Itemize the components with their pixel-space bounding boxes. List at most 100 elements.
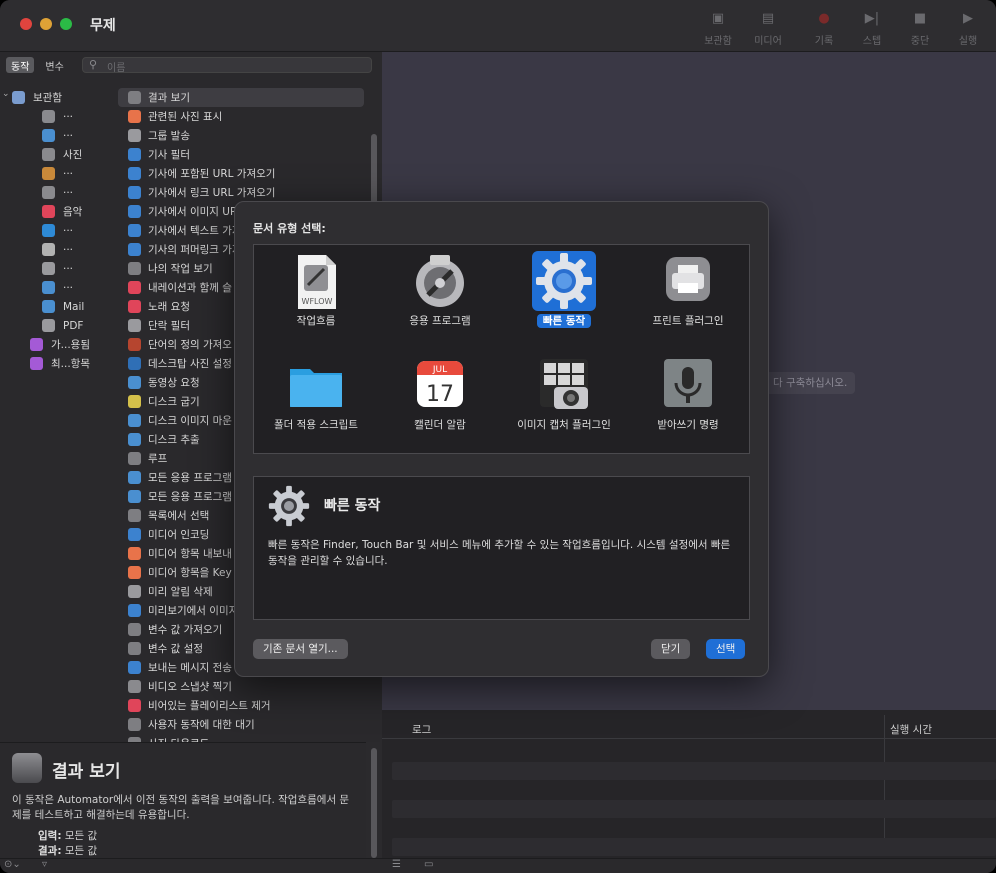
action-item[interactable]: 그룹 발송 (118, 126, 364, 145)
log-row (392, 762, 996, 780)
action-item[interactable]: 비어있는 플레이리스트 제거 (118, 696, 364, 715)
log-row (392, 800, 996, 818)
library-category-item[interactable]: ··· (0, 164, 118, 183)
action-icon (128, 186, 141, 199)
chevron-down-icon[interactable]: ⌄ (2, 89, 10, 99)
category-label: ··· (63, 186, 74, 199)
type-application[interactable]: 응용 프로그램 (378, 245, 502, 345)
toolbar-record-button[interactable]: ● 기록 (800, 10, 848, 50)
action-icon (128, 300, 141, 313)
library-category-item[interactable]: ··· (0, 240, 118, 259)
toolbar-record-label: 기록 (814, 36, 834, 47)
close-button[interactable]: 닫기 (651, 639, 691, 659)
category-label: 음악 (63, 206, 83, 218)
action-icon (128, 319, 141, 332)
toolbar-library-button[interactable]: ▣ 보관함 (694, 10, 742, 50)
library-category-item[interactable]: ··· (0, 278, 118, 297)
automator-window: 무제 ▣ 보관함 ▤ 미디어 ● 기록 ▶| 스텝 ■ 중단 ▶ 실행 동작 변 (0, 0, 996, 873)
toolbar-run-button[interactable]: ▶ 실행 (944, 10, 992, 50)
action-item[interactable]: 사진 다운로드 (118, 734, 364, 742)
list-view-icon[interactable]: ☰ (392, 859, 401, 870)
open-existing-document-button[interactable]: 기존 문서 열기... (253, 639, 348, 659)
library-category-item[interactable]: Mail (0, 297, 118, 316)
action-label: 기사에 포함된 URL 가져오기 (148, 168, 276, 180)
description-text: 이 동작은 Automator에서 이전 동작의 출력을 보여줍니다. 작업흐름… (12, 794, 350, 821)
action-item[interactable]: 기사에 포함된 URL 가져오기 (118, 164, 364, 183)
action-item[interactable]: 사용자 동작에 대한 대기 (118, 715, 364, 734)
category-label: 가...용됨 (51, 339, 90, 351)
log-column-header[interactable]: 로그 (412, 722, 431, 737)
action-icon (128, 718, 141, 731)
folder-icon (290, 369, 342, 407)
category-label: 보관함 (33, 92, 62, 104)
calendar-month: JUL (432, 365, 447, 375)
calendar-icon: JUL 17 (417, 361, 463, 407)
type-dictation-command[interactable]: 받아쓰기 명령 (626, 349, 750, 449)
library-category-item[interactable]: ··· (0, 107, 118, 126)
action-item[interactable]: 비디오 스냅샷 찍기 (118, 677, 364, 696)
action-item[interactable]: 기사에서 링크 URL 가져오기 (118, 183, 364, 202)
library-tabs: 동작 변수 (6, 57, 69, 73)
library-category-item[interactable]: ··· (0, 259, 118, 278)
action-item[interactable]: 결과 보기 (118, 88, 364, 107)
action-description-pane: 결과 보기 이 동작은 Automator에서 이전 동작의 출력을 보여줍니다… (0, 742, 366, 858)
tab-variables[interactable]: 변수 (40, 57, 68, 73)
toolbar-step-button[interactable]: ▶| 스텝 (848, 10, 896, 50)
action-label: 디스크 추출 (148, 434, 200, 446)
action-icon (128, 680, 141, 693)
library-category-item[interactable]: 사진 (0, 145, 118, 164)
category-icon (42, 224, 55, 237)
action-item[interactable]: 관련된 사진 표시 (118, 107, 364, 126)
category-label: ··· (63, 281, 74, 294)
minimize-window-button[interactable] (40, 18, 52, 30)
library-category-item[interactable]: ··· (0, 126, 118, 145)
workflow-document-icon: WFLOW (298, 255, 336, 309)
action-icon (128, 642, 141, 655)
type-calendar-alarm[interactable]: JUL 17 캘린더 알람 (378, 349, 502, 449)
library-category-item[interactable]: 최...항목 (0, 354, 118, 373)
tab-actions[interactable]: 동작 (6, 57, 35, 73)
action-item[interactable]: 기사 필터 (118, 145, 364, 164)
close-window-button[interactable] (20, 18, 32, 30)
library-category-item[interactable]: 음악 (0, 202, 118, 221)
action-icon (128, 604, 141, 617)
document-type-dialog: 문서 유형 선택: WFLOW 작업흐름 응용 프로그램 빠른 동작 프린트 플… (234, 201, 769, 677)
action-label: 내레이션과 함께 슬 (148, 282, 232, 294)
action-icon (128, 661, 141, 674)
action-label: 미디어 항목 내보내 (148, 548, 232, 560)
printer-icon (666, 257, 710, 301)
library-category-item[interactable]: ⌄ 보관함 (0, 88, 118, 107)
library-category-item[interactable]: 가...용됨 (0, 335, 118, 354)
toolbar-stop-button[interactable]: ■ 중단 (896, 10, 944, 50)
type-quick-action[interactable]: 빠른 동작 (502, 245, 626, 345)
toolbar-media-button[interactable]: ▤ 미디어 (744, 10, 792, 50)
search-input[interactable]: ⚲ 이름 (82, 57, 372, 74)
library-category-item[interactable]: PDF (0, 316, 118, 335)
category-label: Mail (63, 300, 85, 313)
stop-icon: ■ (913, 11, 927, 26)
duration-column-header[interactable]: 실행 시간 (890, 722, 932, 737)
library-category-item[interactable]: ··· (0, 183, 118, 202)
type-print-plugin[interactable]: 프린트 플러그인 (626, 245, 750, 345)
category-label: 최...항목 (51, 358, 90, 370)
action-icon (128, 585, 141, 598)
zoom-window-button[interactable] (60, 18, 72, 30)
category-icon (42, 205, 55, 218)
action-menu-icon[interactable]: ⊙⌄ (4, 859, 21, 870)
action-icon (128, 243, 141, 256)
log-pane: 로그 실행 시간 (382, 710, 996, 858)
choose-button[interactable]: 선택 (706, 639, 746, 659)
action-label: 미리보기에서 이미지 (148, 605, 239, 617)
description-scrollbar[interactable] (371, 748, 377, 858)
type-folder-action[interactable]: 폴더 적용 스크립트 (254, 349, 378, 449)
type-workflow[interactable]: WFLOW 작업흐름 (254, 245, 378, 345)
type-image-capture-plugin[interactable]: 이미지 캡처 플러그인 (502, 349, 626, 449)
collapse-icon[interactable]: ▿ (42, 859, 47, 870)
record-icon: ● (818, 11, 830, 26)
workflow-doc-tag: WFLOW (302, 297, 333, 306)
action-icon (128, 490, 141, 503)
window-title: 무제 (90, 18, 116, 34)
action-icon (128, 338, 141, 351)
flow-view-icon[interactable]: ▭ (424, 859, 433, 870)
library-category-item[interactable]: ··· (0, 221, 118, 240)
